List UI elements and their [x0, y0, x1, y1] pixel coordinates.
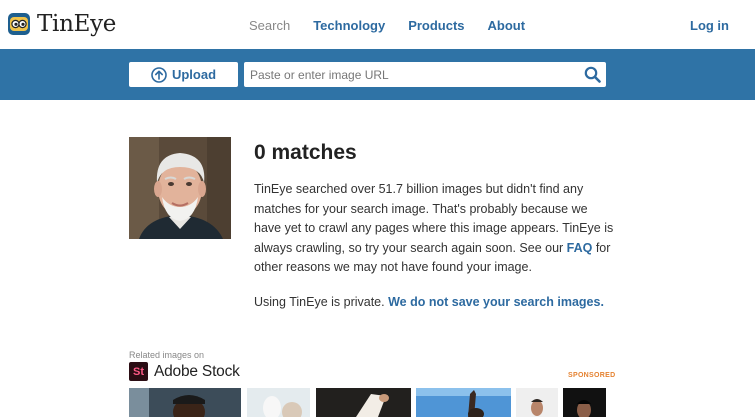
upload-button[interactable]: Upload — [129, 62, 238, 87]
related-image-6[interactable] — [563, 388, 606, 417]
url-search-box — [244, 62, 606, 87]
query-image-thumbnail — [129, 137, 231, 239]
adobe-stock-icon: St — [129, 362, 148, 381]
related-images-label: Related images on — [129, 350, 205, 360]
adobe-stock-name: Adobe Stock — [154, 362, 240, 380]
top-header: TinEye Search Technology Products About … — [0, 0, 755, 49]
login-link[interactable]: Log in — [690, 18, 729, 33]
adobe-stock-logo[interactable]: St Adobe Stock — [129, 362, 240, 381]
upload-label: Upload — [171, 67, 217, 82]
related-image-4[interactable] — [416, 388, 511, 417]
privacy-text: Using TinEye is private. — [254, 295, 389, 309]
match-count-title: 0 matches — [254, 141, 357, 164]
related-image-1[interactable] — [129, 388, 241, 417]
search-icon[interactable] — [584, 66, 601, 83]
privacy-link[interactable]: We do not save your search images. — [388, 295, 604, 309]
image-url-input[interactable] — [244, 62, 574, 87]
related-image-6-picture — [563, 388, 606, 417]
related-image-3[interactable] — [316, 388, 411, 417]
nav-technology[interactable]: Technology — [313, 18, 385, 33]
faq-link[interactable]: FAQ — [567, 241, 593, 255]
nav-products[interactable]: Products — [408, 18, 464, 33]
privacy-note: Using TinEye is private. We do not save … — [254, 295, 604, 309]
nav-search[interactable]: Search — [249, 18, 290, 33]
no-match-description: TinEye searched over 51.7 billion images… — [254, 180, 614, 278]
tineye-logo-icon — [8, 13, 30, 35]
related-image-1-picture — [129, 388, 241, 417]
upload-arrow-icon — [151, 66, 167, 83]
related-image-2[interactable] — [247, 388, 310, 417]
desc-text-1: TinEye searched over 51.7 billion images… — [254, 182, 614, 255]
related-image-5[interactable] — [516, 388, 558, 417]
related-image-4-picture — [416, 388, 511, 417]
tineye-logo[interactable]: TinEye — [7, 10, 116, 38]
nav-about[interactable]: About — [488, 18, 526, 33]
portrait-image — [129, 137, 231, 239]
related-image-2-picture — [247, 388, 310, 417]
related-image-5-picture — [516, 388, 558, 417]
main-nav: Search Technology Products About — [249, 18, 548, 33]
sponsored-label: SPONSORED — [568, 372, 616, 379]
search-bar: Upload — [0, 49, 755, 100]
related-image-3-picture — [316, 388, 411, 417]
logo-text: TinEye — [37, 11, 117, 37]
